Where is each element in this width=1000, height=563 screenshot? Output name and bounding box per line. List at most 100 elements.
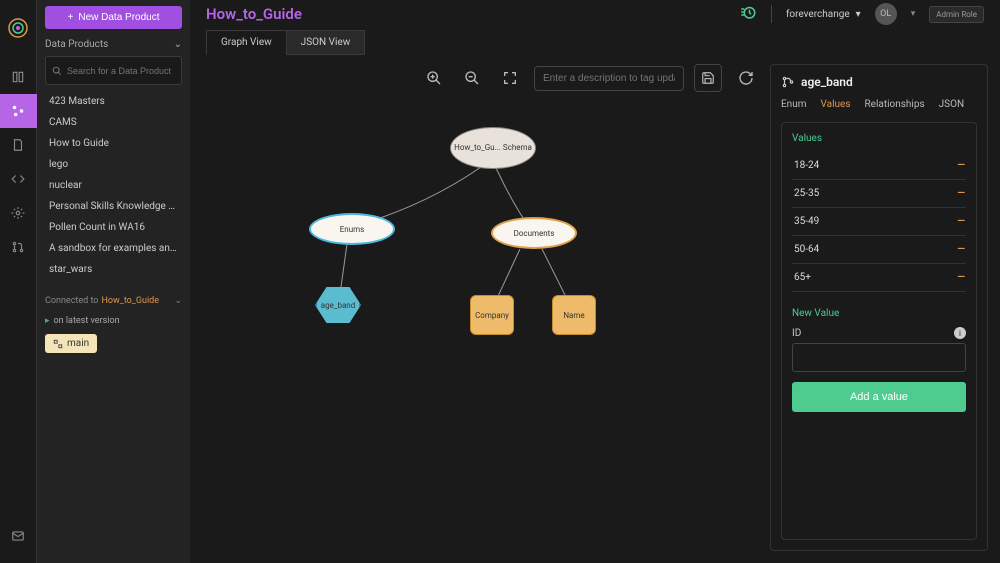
value-text: 25-35 [794, 188, 819, 199]
triangle-icon: ▸ [45, 316, 50, 326]
node-documents[interactable]: Documents [491, 217, 577, 249]
user-menu[interactable]: foreverchange ▾ [786, 9, 861, 20]
left-panel: + New Data Product Data Products ⌄ 423 M… [37, 0, 190, 563]
caret-down-icon: ▾ [856, 9, 861, 20]
rail-graph-icon[interactable] [0, 94, 37, 128]
remove-value-button[interactable]: — [957, 216, 964, 227]
value-row: 35-49 — [792, 208, 966, 236]
node-company[interactable]: Company [470, 295, 514, 335]
value-row: 50-64 — [792, 236, 966, 264]
node-root[interactable]: How_to_Gu... Schema [450, 127, 536, 169]
product-item[interactable]: A sandbox for examples and r... [45, 238, 182, 259]
detail-panel: age_band Enum Values Relationships JSON … [770, 64, 988, 551]
id-input[interactable] [792, 343, 966, 372]
value-row: 18-24 — [792, 152, 966, 180]
zoom-out-button[interactable] [458, 64, 486, 92]
app-logo [6, 16, 30, 40]
search-input[interactable] [67, 66, 184, 76]
remove-value-button[interactable]: — [957, 244, 964, 255]
branch-badge[interactable]: main [45, 334, 97, 353]
divider [771, 5, 772, 23]
add-value-button[interactable]: Add a value [792, 382, 966, 412]
node-age-band[interactable]: age_band [315, 285, 361, 325]
timer-icon[interactable] [739, 3, 757, 25]
remove-value-button[interactable]: — [957, 160, 964, 171]
user-name: foreverchange [786, 9, 850, 20]
value-text: 18-24 [794, 160, 819, 171]
value-row: 65+ — [792, 264, 966, 292]
remove-value-button[interactable]: — [957, 188, 964, 199]
connected-label[interactable]: Connected to How_to_Guide ⌄ [45, 296, 182, 306]
dtab-relationships[interactable]: Relationships [865, 99, 925, 110]
new-data-product-button[interactable]: + New Data Product [45, 6, 182, 29]
tab-json-view[interactable]: JSON View [287, 30, 366, 55]
dtab-enum[interactable]: Enum [781, 99, 807, 110]
rail-mail-icon[interactable] [0, 519, 37, 553]
product-item[interactable]: lego [45, 154, 182, 175]
zoom-in-button[interactable] [420, 64, 448, 92]
version-label: ▸ on latest version [45, 316, 182, 326]
product-item[interactable]: nuclear [45, 175, 182, 196]
plus-icon: + [68, 12, 74, 23]
dtab-json[interactable]: JSON [939, 99, 964, 110]
refresh-button[interactable] [732, 64, 760, 92]
tag-description-input[interactable] [534, 66, 684, 91]
icon-rail [0, 0, 37, 563]
values-title: Values [792, 133, 966, 144]
values-section: Values 18-24— 25-35— 35-49— 50-64— 65+— … [781, 122, 977, 540]
avatar[interactable]: OL [875, 3, 897, 25]
rail-pull-request-icon[interactable] [0, 230, 37, 264]
value-text: 65+ [794, 272, 811, 283]
product-item[interactable]: CAMS [45, 112, 182, 133]
branch-icon [53, 339, 63, 349]
new-product-label: New Data Product [78, 12, 159, 23]
rail-books-icon[interactable] [0, 60, 37, 94]
remove-value-button[interactable]: — [957, 272, 964, 283]
save-button[interactable] [694, 64, 722, 92]
chevron-down-icon: ⌄ [174, 39, 182, 50]
search-box[interactable] [45, 56, 182, 85]
detail-tabs: Enum Values Relationships JSON [781, 99, 977, 110]
search-icon [52, 61, 62, 80]
id-label-row: ID i [792, 327, 966, 339]
section-label-text: Data Products [45, 39, 108, 50]
product-item[interactable]: How to Guide [45, 133, 182, 154]
id-label: ID [792, 328, 801, 339]
connected-prefix: Connected to [45, 296, 98, 306]
chevron-down-icon: ⌄ [174, 296, 182, 306]
product-item[interactable]: Personal Skills Knowledge Gr... [45, 196, 182, 217]
top-bar: How_to_Guide foreverchange ▾ OL ▾ Admin … [190, 0, 1000, 28]
main: How_to_Guide foreverchange ▾ OL ▾ Admin … [190, 0, 1000, 563]
fullscreen-button[interactable] [496, 64, 524, 92]
product-item[interactable]: 423 Masters [45, 91, 182, 112]
content-row: How_to_Gu... Schema Enums Documents age_… [190, 56, 1000, 563]
value-row: 25-35 — [792, 180, 966, 208]
info-icon[interactable]: i [954, 327, 966, 339]
version-text: on latest version [54, 316, 120, 326]
node-name[interactable]: Name [552, 295, 596, 335]
node-enums[interactable]: Enums [309, 213, 395, 245]
connected-target: How_to_Guide [101, 296, 159, 306]
branch-icon [781, 75, 795, 89]
dtab-values[interactable]: Values [821, 99, 851, 110]
rail-settings-icon[interactable] [0, 196, 37, 230]
detail-header: age_band [781, 75, 977, 89]
graph-toolbar [420, 64, 760, 92]
product-item[interactable]: star_wars [45, 259, 182, 280]
branch-name: main [67, 338, 89, 349]
detail-title: age_band [801, 75, 853, 89]
graph-canvas[interactable]: How_to_Gu... Schema Enums Documents age_… [202, 64, 760, 551]
new-value-title: New Value [792, 308, 966, 319]
tab-graph-view[interactable]: Graph View [206, 30, 287, 55]
rail-document-icon[interactable] [0, 128, 37, 162]
view-tabs: Graph View JSON View [190, 28, 1000, 56]
value-text: 35-49 [794, 216, 819, 227]
top-right: foreverchange ▾ OL ▾ Admin Role [739, 3, 984, 25]
product-item[interactable]: Pollen Count in WA16 [45, 217, 182, 238]
data-products-section[interactable]: Data Products ⌄ [45, 39, 182, 50]
admin-role-badge: Admin Role [929, 6, 984, 23]
rail-code-icon[interactable] [0, 162, 37, 196]
product-list: 423 Masters CAMS How to Guide lego nucle… [45, 91, 182, 280]
value-text: 50-64 [794, 244, 819, 255]
caret-down-icon[interactable]: ▾ [911, 9, 916, 19]
